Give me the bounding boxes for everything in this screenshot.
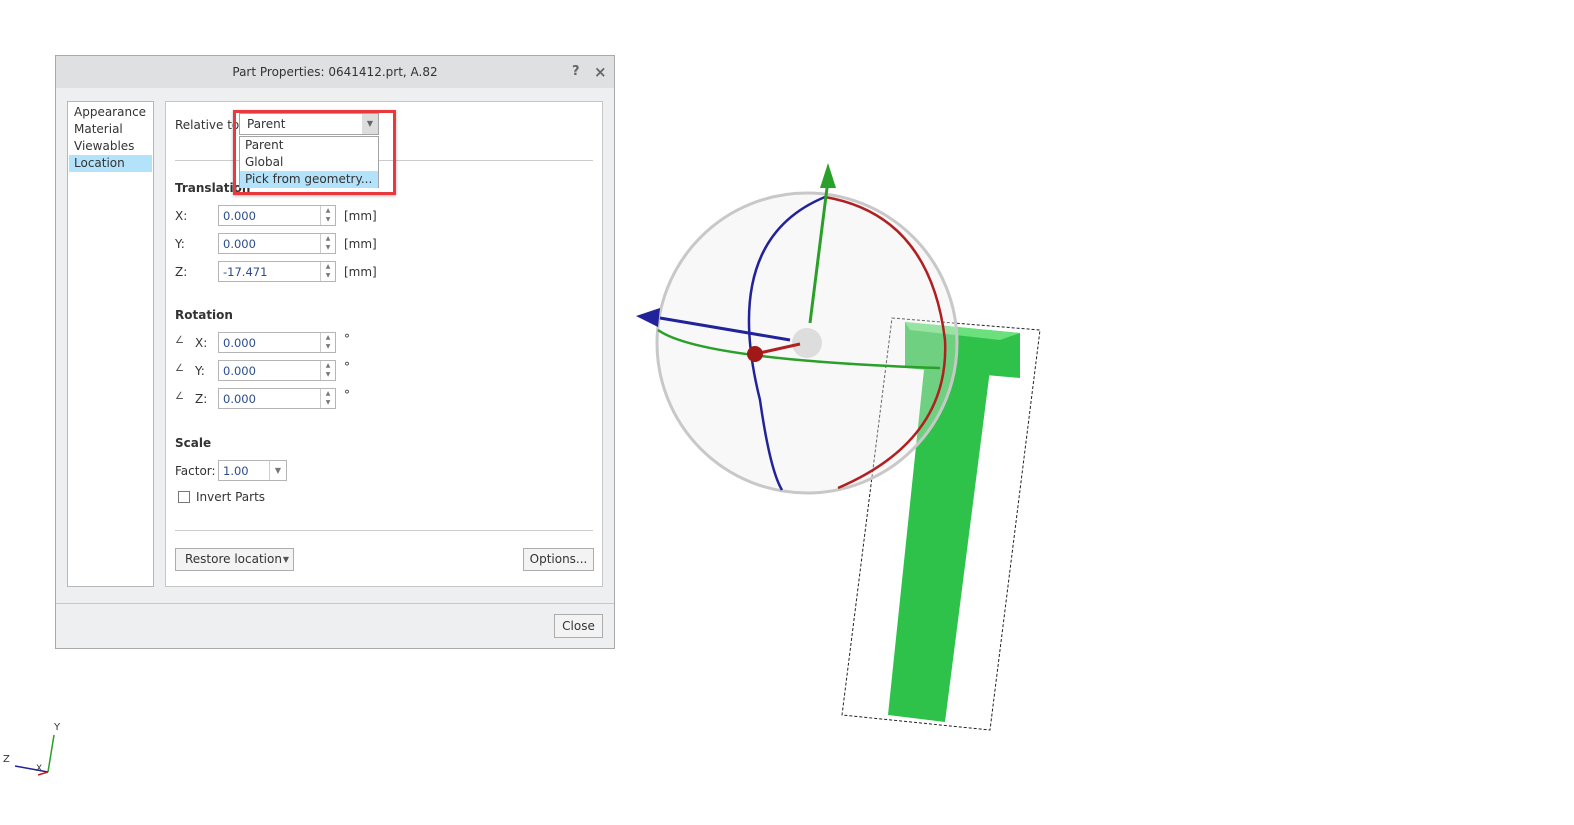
chevron-down-icon[interactable]: ▼ xyxy=(269,461,286,480)
value: 0.000 xyxy=(223,336,256,350)
z-rotation-ring xyxy=(747,195,826,491)
translation-z-label: Z: xyxy=(175,265,188,279)
value: 0.000 xyxy=(223,209,256,223)
x-axis-arrow xyxy=(754,342,801,356)
value: 0.000 xyxy=(223,392,256,406)
rotation-header: Rotation xyxy=(175,308,233,322)
label: Restore location xyxy=(185,552,282,566)
x-axis-handle xyxy=(747,346,763,362)
z-axis-arrow xyxy=(659,316,791,342)
bounding-box xyxy=(841,317,1041,731)
translation-y-input[interactable]: 0.000 ▲ ▼ xyxy=(218,233,336,254)
value: 0.000 xyxy=(223,364,256,378)
scale-header: Scale xyxy=(175,436,212,450)
close-button[interactable]: Close xyxy=(554,614,603,638)
rotation-y-label: Y: xyxy=(195,364,205,378)
spinner[interactable]: ▲ ▼ xyxy=(320,206,335,225)
bolt-shank xyxy=(888,360,990,722)
unit-label: ° xyxy=(344,388,350,402)
invert-parts-checkbox[interactable] xyxy=(178,491,190,503)
triad-z-label: Z xyxy=(3,754,10,765)
value: 1.00 xyxy=(223,464,249,478)
angle-icon: ∠ xyxy=(175,363,184,374)
spinner[interactable]: ▲ ▼ xyxy=(320,361,335,380)
restore-location-button[interactable]: Restore location ▼ xyxy=(175,548,294,571)
help-icon[interactable]: ? xyxy=(572,56,580,88)
unit-label: [mm] xyxy=(344,265,377,279)
spinner[interactable]: ▲ ▼ xyxy=(320,234,335,253)
translation-x-label: X: xyxy=(175,209,188,223)
axis-triad xyxy=(14,734,55,776)
translation-y-label: Y: xyxy=(175,237,185,251)
unit-label: ° xyxy=(344,360,350,374)
unit-label: [mm] xyxy=(344,237,377,251)
title-bar[interactable]: Part Properties: 0641412.prt, A.82 ? × xyxy=(56,56,614,88)
z-arrowhead-icon xyxy=(636,308,660,327)
angle-icon: ∠ xyxy=(175,391,184,402)
triad-y-label: Y xyxy=(54,722,61,733)
factor-label: Factor: xyxy=(175,464,216,478)
spinner[interactable]: ▲ ▼ xyxy=(320,262,335,281)
rotation-x-label: X: xyxy=(195,336,208,350)
options-button[interactable]: Options... xyxy=(523,548,594,571)
bolt-head xyxy=(905,322,1020,378)
triad-x-label: X xyxy=(36,764,43,774)
value: -17.471 xyxy=(223,265,268,279)
rotation-y-input[interactable]: 0.000 ▲ ▼ xyxy=(218,360,336,381)
bolt-head-top xyxy=(905,322,1020,340)
angle-icon: ∠ xyxy=(175,335,184,346)
translation-x-input[interactable]: 0.000 ▲ ▼ xyxy=(218,205,336,226)
rotation-x-input[interactable]: 0.000 ▲ ▼ xyxy=(218,332,336,353)
factor-dropdown[interactable]: 1.00 ▼ xyxy=(218,460,287,481)
spinner[interactable]: ▲ ▼ xyxy=(320,389,335,408)
gizmo-sphere xyxy=(655,191,959,495)
annotation-highlight-box xyxy=(233,110,396,195)
gizmo-center xyxy=(792,328,822,358)
x-rotation-ring xyxy=(824,195,947,490)
y-arrowhead-icon xyxy=(820,163,836,188)
rotation-z-input[interactable]: 0.000 ▲ ▼ xyxy=(218,388,336,409)
sidebar-item-appearance[interactable]: Appearance xyxy=(69,104,152,121)
sidebar-item-viewables[interactable]: Viewables xyxy=(69,138,152,155)
rotation-gizmo xyxy=(636,163,959,495)
dialog-title: Part Properties: 0641412.prt, A.82 xyxy=(232,65,438,79)
chevron-down-icon: ▼ xyxy=(282,555,289,564)
close-icon[interactable]: × xyxy=(594,56,607,88)
divider xyxy=(56,603,614,604)
value: 0.000 xyxy=(223,237,256,251)
spinner[interactable]: ▲ ▼ xyxy=(320,333,335,352)
sidebar-item-location[interactable]: Location xyxy=(69,155,152,172)
invert-parts-label: Invert Parts xyxy=(196,490,266,504)
y-axis-arrow xyxy=(808,179,830,324)
y-rotation-ring xyxy=(657,328,941,370)
bolt-part xyxy=(841,317,1041,731)
divider xyxy=(175,530,593,531)
sidebar-item-material[interactable]: Material xyxy=(69,121,152,138)
sidebar: Appearance Material Viewables Location xyxy=(67,101,154,587)
rotation-z-label: Z: xyxy=(195,392,208,406)
unit-label: [mm] xyxy=(344,209,377,223)
translation-z-input[interactable]: -17.471 ▲ ▼ xyxy=(218,261,336,282)
unit-label: ° xyxy=(344,332,350,346)
